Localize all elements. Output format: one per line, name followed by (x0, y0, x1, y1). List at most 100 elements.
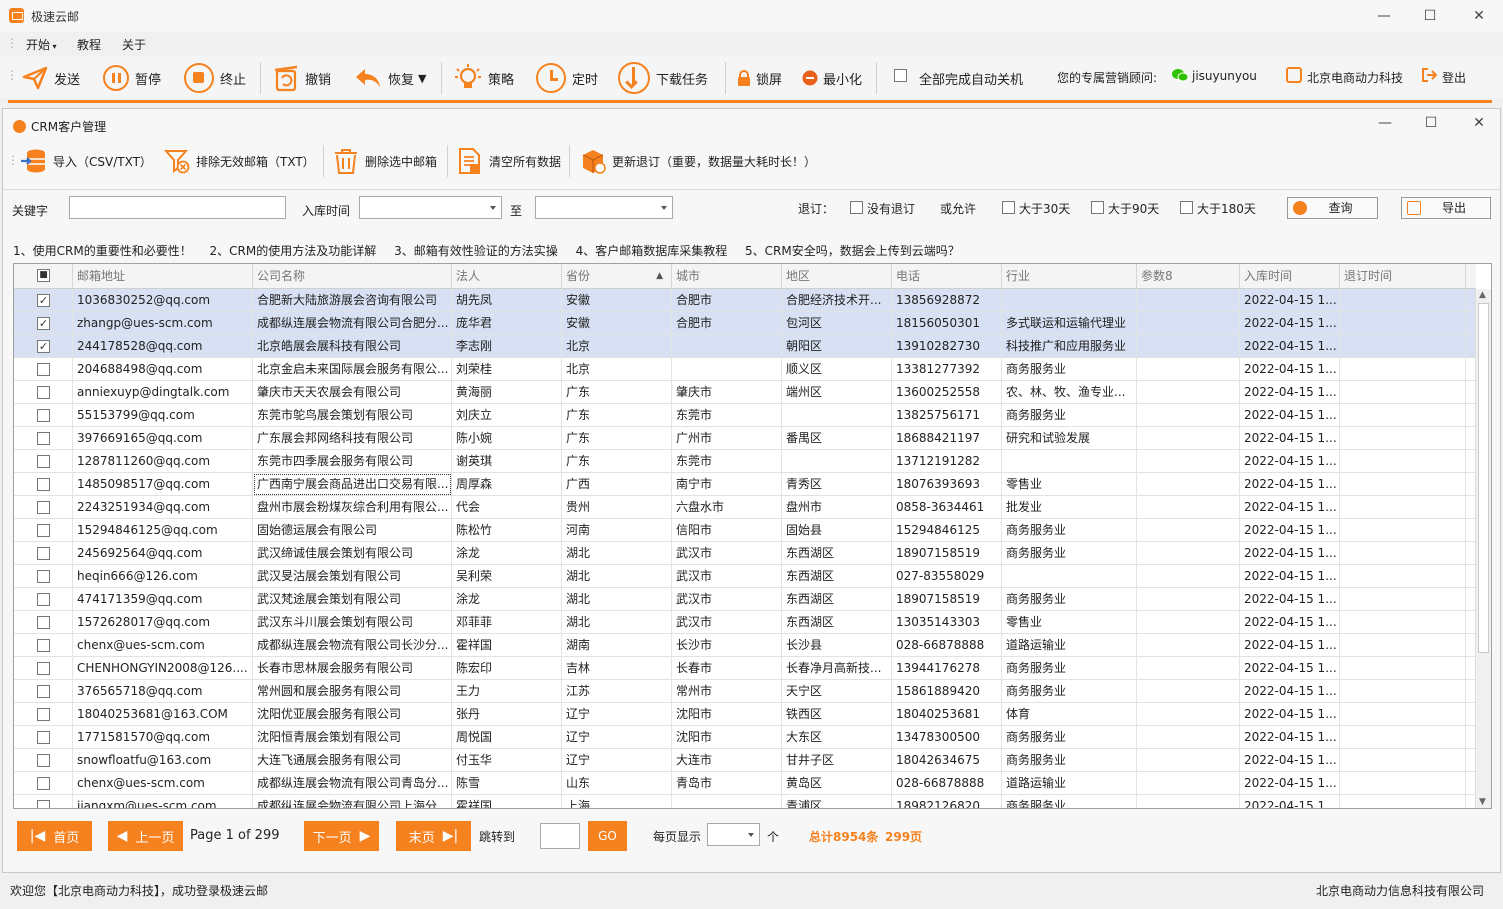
cell-person[interactable]: 谢英琪 (452, 450, 562, 473)
cell-province[interactable]: 广西 (562, 473, 672, 496)
cell-unsub[interactable] (1340, 358, 1466, 381)
cell-email[interactable]: anniexuyp@dingtalk.com (73, 381, 253, 404)
cell-email[interactable]: zhangp@ues-scm.com (73, 312, 253, 335)
timer-button[interactable]: 定时 (536, 61, 598, 95)
prev-page-button[interactable]: ◀ 上一页 (108, 821, 183, 851)
cell-industry[interactable]: 道路运输业 (1002, 772, 1137, 795)
cell-province[interactable]: 安徽 (562, 312, 672, 335)
table-row[interactable]: anniexuyp@dingtalk.com 肇庆市天天农展会有限公司 黄海丽 广东肇… (14, 381, 1476, 404)
cell-person[interactable]: 涂龙 (452, 588, 562, 611)
cell-unsub[interactable] (1340, 611, 1466, 634)
cell-company[interactable]: 东莞市四季展会服务有限公司 (253, 450, 452, 473)
cell-district[interactable]: 盘州市 (782, 496, 892, 519)
row-checkbox[interactable]: ✓ (37, 317, 50, 330)
table-row[interactable]: chenx@ues-scm.com 成都纵连展会物流有限公司青岛分... 陈雪 山东青… (14, 772, 1476, 795)
cell-unsub[interactable] (1340, 450, 1466, 473)
row-checkbox[interactable] (37, 754, 50, 767)
help-link-3[interactable]: 3、邮箱有效性验证的方法实操 (394, 244, 558, 258)
row-checkbox[interactable] (37, 547, 50, 560)
table-row[interactable]: 204688498@qq.com 北京金启未来国际展会服务有限公... 刘荣桂 北京 顺… (14, 358, 1476, 381)
cell-phone[interactable]: 13712191282 (892, 450, 1002, 473)
cell-param8[interactable] (1137, 542, 1240, 565)
cell-province[interactable]: 湖北 (562, 611, 672, 634)
cell-city[interactable]: 合肥市 (672, 289, 782, 312)
column-header-date[interactable]: 入库时间 (1240, 264, 1340, 289)
cell-province[interactable]: 江苏 (562, 680, 672, 703)
cell-province[interactable]: 湖北 (562, 565, 672, 588)
cell-param8[interactable] (1137, 772, 1240, 795)
cell-province[interactable]: 广东 (562, 427, 672, 450)
cell-company[interactable]: 成都纵连展会物流有限公司上海分... (253, 795, 452, 808)
cell-email[interactable]: 245692564@qq.com (73, 542, 253, 565)
cell-city[interactable] (672, 358, 782, 381)
cell-company[interactable]: 盘州市展会粉煤灰综合利用有限公... (253, 496, 452, 519)
cell-email[interactable]: 474171359@qq.com (73, 588, 253, 611)
cell-district[interactable]: 长沙县 (782, 634, 892, 657)
cell-city[interactable]: 武汉市 (672, 611, 782, 634)
cell-industry[interactable] (1002, 565, 1137, 588)
table-row[interactable]: 1572628017@qq.com 武汉东斗川展会策划有限公司 邓菲菲 湖北 武汉市 东西… (14, 611, 1476, 634)
cell-unsub[interactable] (1340, 680, 1466, 703)
scroll-down-icon[interactable]: ▼ (1479, 797, 1486, 807)
row-checkbox[interactable] (37, 685, 50, 698)
cell-company[interactable]: 武汉缔诚佳展会策划有限公司 (253, 542, 452, 565)
table-row[interactable]: CHENHONGYIN2008@126.... 长春市思林展会服务有限公司 陈宏印吉… (14, 657, 1476, 680)
cell-email[interactable]: 18040253681@163.COM (73, 703, 253, 726)
cell-company[interactable]: 长春市思林展会服务有限公司 (253, 657, 452, 680)
cell-date[interactable]: 2022-04-15 1... (1240, 289, 1340, 312)
cell-city[interactable]: 沈阳市 (672, 726, 782, 749)
cell-param8[interactable] (1137, 335, 1240, 358)
cell-param8[interactable] (1137, 703, 1240, 726)
table-row[interactable]: ✓ 244178528@qq.com 北京皓展会展科技有限公司 李志刚 北京 朝阳区 139… (14, 335, 1476, 358)
cell-date[interactable]: 2022-04-15 1... (1240, 588, 1340, 611)
cell-unsub[interactable] (1340, 542, 1466, 565)
cell-unsub[interactable] (1340, 519, 1466, 542)
cell-date[interactable]: 2022-04-15 1... (1240, 772, 1340, 795)
cell-industry[interactable]: 科技推广和应用服务业 (1002, 335, 1137, 358)
cell-date[interactable]: 2022-04-15 1... (1240, 427, 1340, 450)
cell-person[interactable]: 吴利荣 (452, 565, 562, 588)
cell-email[interactable]: CHENHONGYIN2008@126.... (73, 657, 253, 680)
cell-phone[interactable]: 18907158519 (892, 588, 1002, 611)
cell-city[interactable]: 沈阳市 (672, 703, 782, 726)
cell-unsub[interactable] (1340, 312, 1466, 335)
cell-person[interactable]: 胡先凤 (452, 289, 562, 312)
row-checkbox[interactable] (37, 455, 50, 468)
minimize-window-button[interactable]: — (1374, 6, 1394, 26)
cell-date[interactable]: 2022-04-15 1... (1240, 726, 1340, 749)
table-row[interactable]: jiangxm@ues-scm.com 成都纵连展会物流有限公司上海分... 霍祥国… (14, 795, 1476, 808)
row-checkbox[interactable] (37, 432, 50, 445)
row-checkbox[interactable] (37, 708, 50, 721)
table-row[interactable]: 376565718@qq.com 常州圆和展会服务有限公司 王力 江苏 常州市 天宁区 15… (14, 680, 1476, 703)
cell-company[interactable]: 固始德运展会有限公司 (253, 519, 452, 542)
cell-param8[interactable] (1137, 404, 1240, 427)
column-header-phone[interactable]: 电话 (892, 264, 1002, 289)
cell-date[interactable]: 2022-04-15 1... (1240, 703, 1340, 726)
cell-company[interactable]: 沈阳优亚展会服务有限公司 (253, 703, 452, 726)
per-page-select[interactable] (707, 823, 760, 846)
cell-district[interactable]: 顺义区 (782, 358, 892, 381)
cell-unsub[interactable] (1340, 496, 1466, 519)
cell-district[interactable]: 天宁区 (782, 680, 892, 703)
lock-screen-button[interactable]: 锁屏 (737, 61, 782, 95)
cell-phone[interactable]: 0858-3634461 (892, 496, 1002, 519)
cell-param8[interactable] (1137, 381, 1240, 404)
cell-industry[interactable]: 批发业 (1002, 496, 1137, 519)
cell-city[interactable]: 东莞市 (672, 404, 782, 427)
row-checkbox[interactable] (37, 409, 50, 422)
cell-province[interactable]: 湖北 (562, 542, 672, 565)
cell-province[interactable]: 辽宁 (562, 749, 672, 772)
table-row[interactable]: 1287811260@qq.com 东莞市四季展会服务有限公司 谢英琪 广东 东莞市 13… (14, 450, 1476, 473)
cell-province[interactable]: 北京 (562, 335, 672, 358)
cell-person[interactable]: 霍祥国 (452, 795, 562, 808)
auto-shutdown-checkbox[interactable] (894, 69, 907, 82)
menu-tutorial[interactable]: 教程 (77, 36, 101, 53)
cell-company[interactable]: 武汉旻沽展会策划有限公司 (253, 565, 452, 588)
cell-phone[interactable]: 13600252558 (892, 381, 1002, 404)
cell-district[interactable]: 东西湖区 (782, 565, 892, 588)
undo-button[interactable]: 撤销 (273, 61, 331, 95)
scrollbar-thumb[interactable] (1478, 303, 1489, 653)
table-row[interactable]: snowfloatfu@163.com 大连飞通展会服务有限公司 付玉华 辽宁 大连市甘… (14, 749, 1476, 772)
cell-unsub[interactable] (1340, 404, 1466, 427)
no-unsubscribe-checkbox[interactable] (850, 201, 863, 214)
